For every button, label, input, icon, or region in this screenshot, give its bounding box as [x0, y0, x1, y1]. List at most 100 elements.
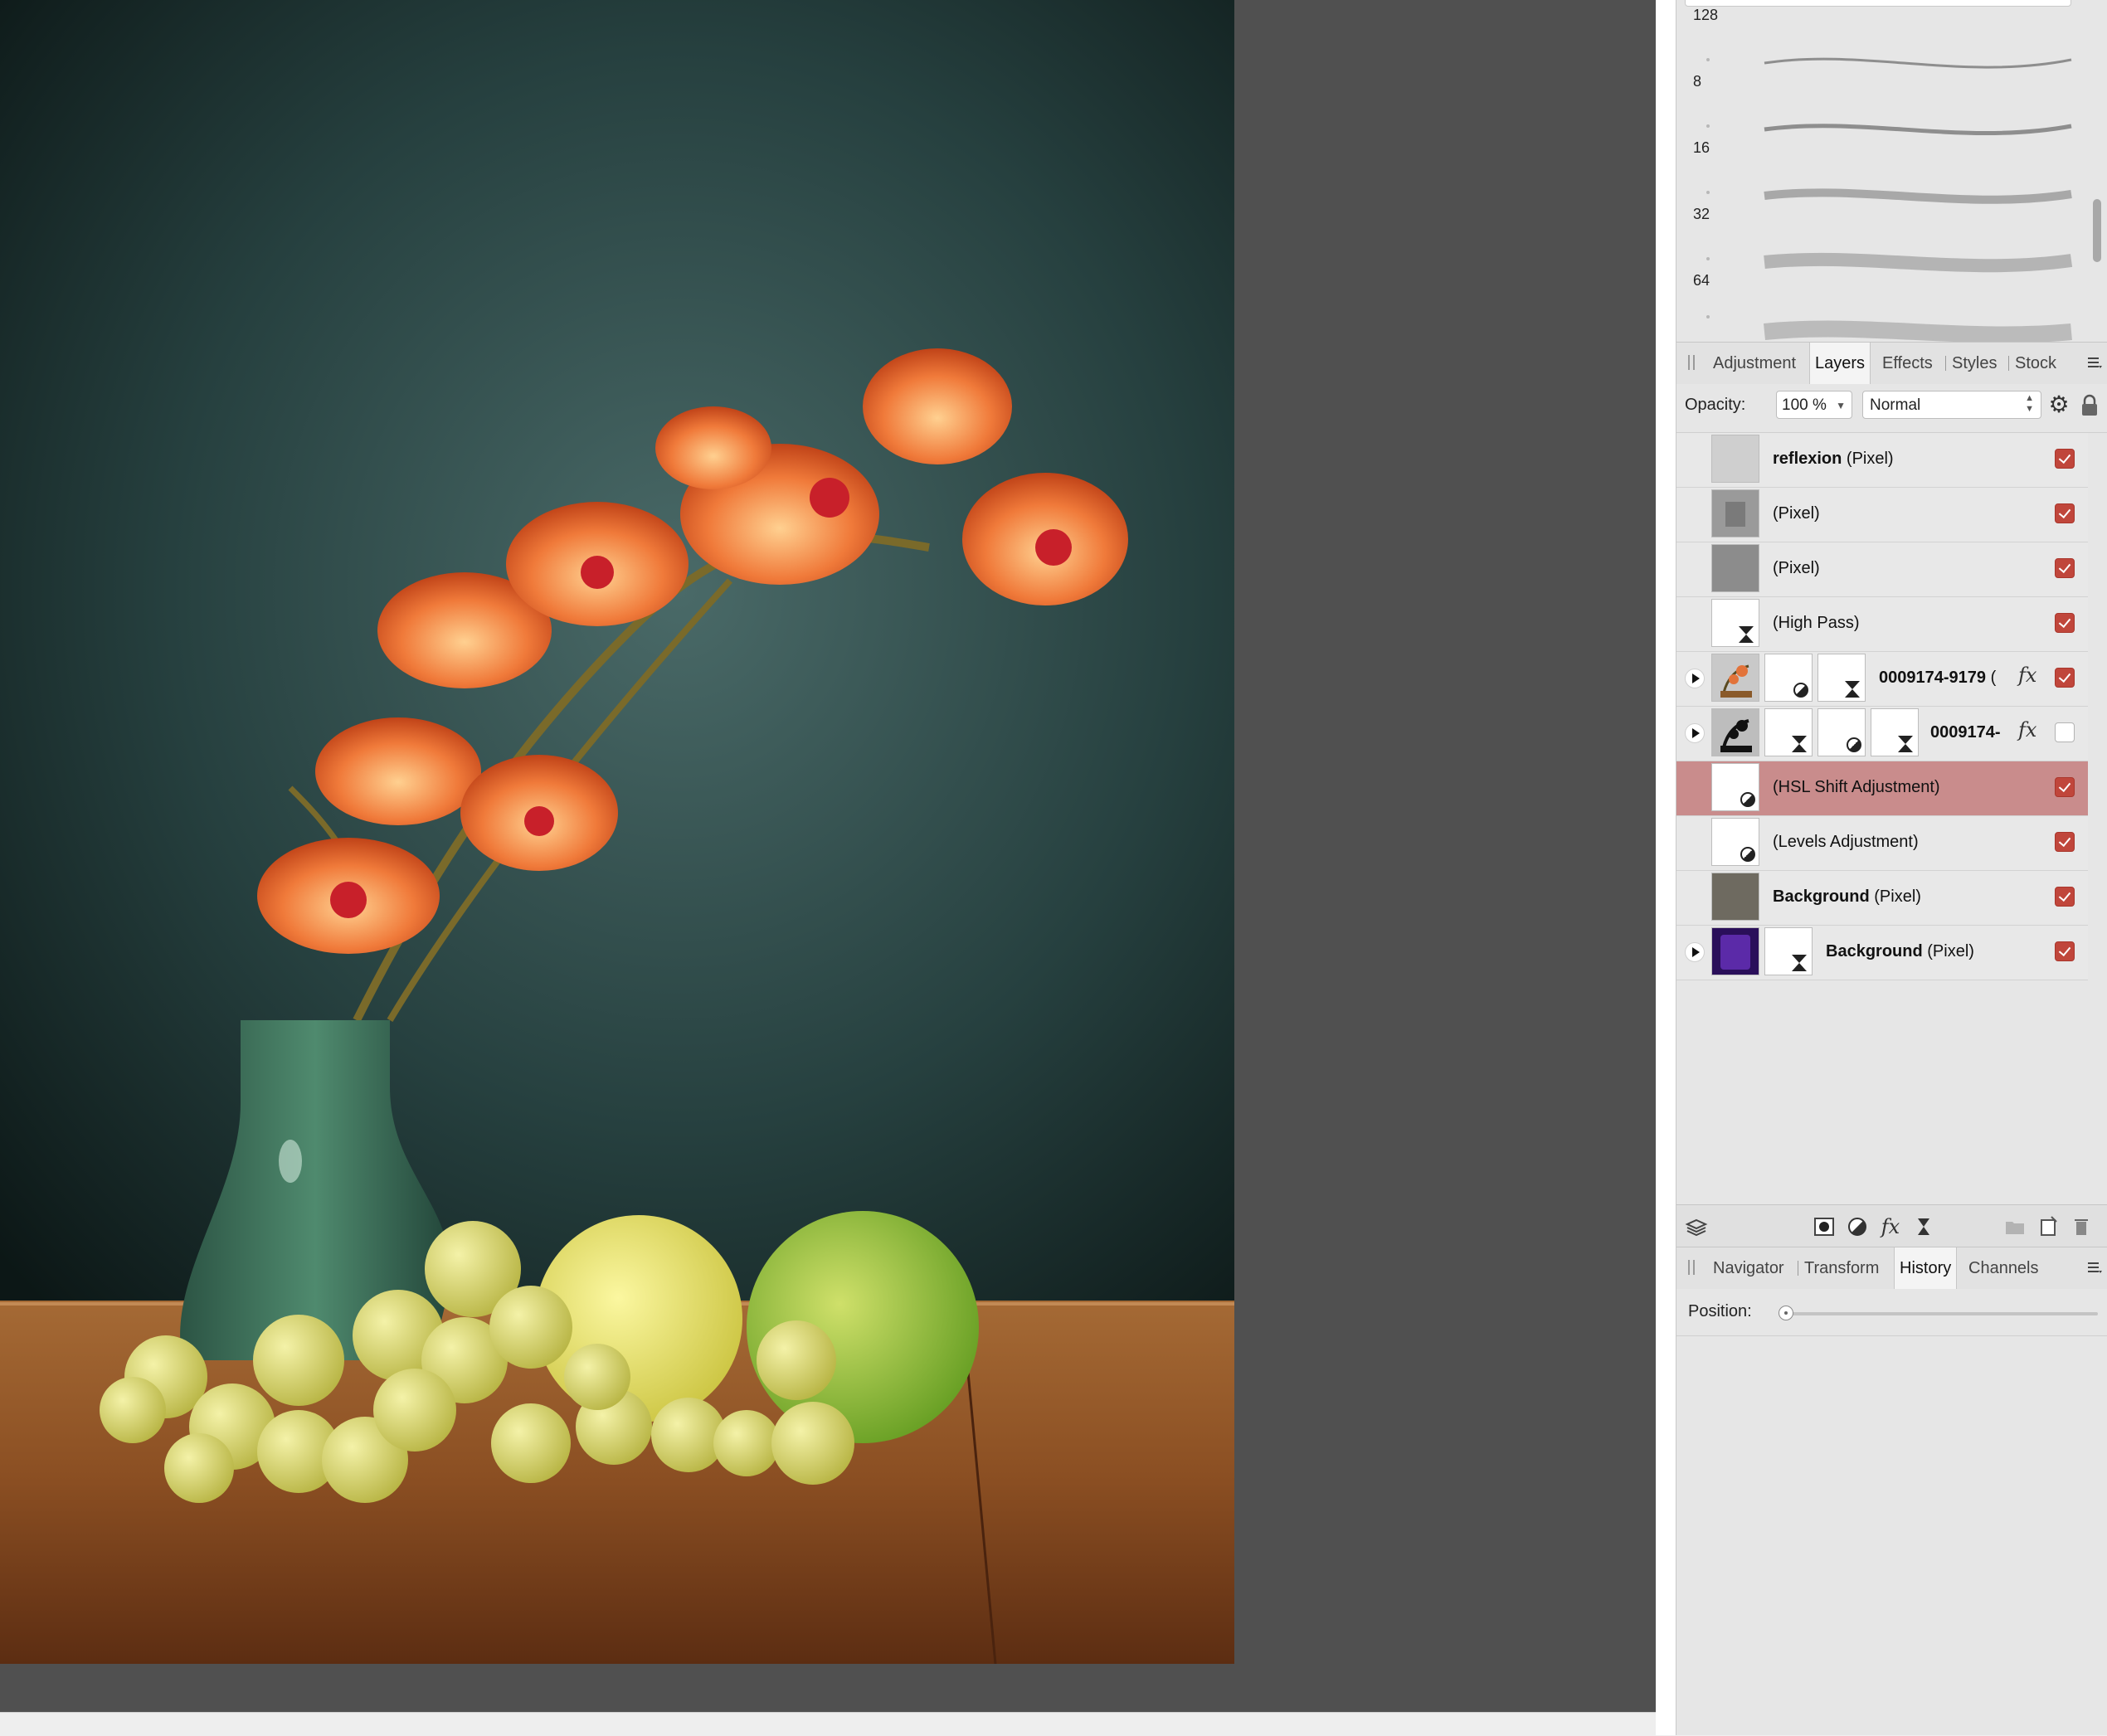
layers-footer-toolbar: fx: [1676, 1204, 2107, 1247]
layer-row[interactable]: Background (Pixel): [1676, 871, 2088, 926]
layer-row[interactable]: (Levels Adjustment): [1676, 816, 2088, 871]
blend-mode-select[interactable]: Normal ▲ ▼: [1862, 391, 2041, 419]
brush-size-label: 16: [1693, 139, 1710, 156]
opacity-field[interactable]: 100 % ▼: [1776, 391, 1852, 419]
expand-triangle-icon[interactable]: [1685, 669, 1705, 688]
brush-size-label: 8: [1693, 73, 1702, 90]
panel-menu-icon[interactable]: [2086, 1259, 2103, 1276]
live-filter-icon: [1845, 681, 1860, 698]
adjustment-icon[interactable]: [1846, 1215, 1869, 1238]
tab-transform[interactable]: Transform: [1799, 1247, 1884, 1289]
position-label: Position:: [1688, 1302, 1752, 1320]
layer-mask-thumbnail[interactable]: [1817, 654, 1866, 702]
fx-icon[interactable]: fx: [1879, 1215, 1902, 1238]
panel-menu-icon[interactable]: [2086, 354, 2103, 371]
brushes-scrollbar[interactable]: [2093, 199, 2101, 262]
history-list[interactable]: [1676, 1336, 2107, 1735]
tab-stock[interactable]: Stock: [2010, 343, 2061, 384]
layer-row[interactable]: (Pixel): [1676, 542, 2088, 597]
layer-mask-thumbnail[interactable]: [1764, 708, 1813, 756]
layer-visibility-checkbox[interactable]: [2055, 887, 2075, 907]
document-image[interactable]: [0, 0, 1234, 1664]
layer-name: (HSL Shift Adjustment): [1773, 778, 1940, 796]
layer-options-bar: Opacity: 100 % ▼ Normal ▲ ▼ ⚙: [1676, 384, 2107, 433]
tab-adjustment[interactable]: Adjustment: [1708, 343, 1801, 384]
layer-thumbnail[interactable]: [1711, 435, 1759, 483]
layer-row[interactable]: Background (Pixel): [1676, 926, 2088, 980]
layers-list: reflexion (Pixel) (Pixel) (Pixel) (High …: [1676, 433, 2101, 1204]
add-mask-icon[interactable]: [1813, 1215, 1836, 1238]
expand-triangle-icon[interactable]: [1685, 942, 1705, 962]
panel-grip-icon[interactable]: [1688, 1260, 1695, 1275]
layer-visibility-checkbox[interactable]: [2055, 777, 2075, 797]
layer-name: 0009174-9179 (: [1879, 669, 1997, 687]
layer-visibility-checkbox[interactable]: [2055, 668, 2075, 688]
layer-row[interactable]: 0009174-9179 ( fx: [1676, 652, 2088, 707]
opacity-label: Opacity:: [1685, 396, 1746, 414]
fx-icon[interactable]: fx: [2018, 664, 2036, 687]
brush-stroke-preview: [1756, 0, 2088, 17]
folder-icon[interactable]: [2003, 1215, 2027, 1238]
layer-visibility-checkbox[interactable]: [2055, 503, 2075, 523]
history-position-slider[interactable]: [1783, 1312, 2098, 1315]
brush-stroke-preview: [1764, 320, 2072, 343]
brush-size-label: 32: [1693, 206, 1710, 222]
layer-thumbnail[interactable]: [1711, 818, 1759, 866]
layer-row[interactable]: 0009174- fx: [1676, 707, 2088, 761]
layer-row[interactable]: (Pixel): [1676, 488, 2088, 542]
layer-row[interactable]: reflexion (Pixel): [1676, 433, 2088, 488]
layer-mask-thumbnail[interactable]: [1871, 708, 1919, 756]
tab-effects[interactable]: Effects: [1877, 343, 1938, 384]
adjustment-icon: [1740, 847, 1755, 862]
layer-name: (Pixel): [1773, 504, 1820, 523]
expand-triangle-icon[interactable]: [1685, 723, 1705, 743]
layer-row-selected[interactable]: (HSL Shift Adjustment): [1676, 761, 2088, 816]
layer-thumbnail[interactable]: [1711, 873, 1759, 921]
layers-stack-icon[interactable]: [1685, 1215, 1708, 1238]
layer-thumbnail[interactable]: [1711, 927, 1759, 975]
tab-navigator[interactable]: Navigator: [1708, 1247, 1789, 1289]
tab-history[interactable]: History: [1894, 1247, 1958, 1289]
lock-icon[interactable]: [2080, 394, 2100, 417]
brush-stroke-preview: [1764, 57, 2072, 69]
layer-visibility-checkbox[interactable]: [2055, 722, 2075, 742]
history-position-knob[interactable]: [1779, 1306, 1793, 1320]
adjustment-icon: [1740, 792, 1755, 807]
layer-thumbnail[interactable]: [1711, 544, 1759, 592]
brush-stroke-preview: [1764, 188, 2072, 204]
layer-row[interactable]: (High Pass): [1676, 597, 2088, 652]
fx-icon[interactable]: fx: [2018, 718, 2036, 742]
tab-separator: [1945, 356, 1946, 371]
layer-visibility-checkbox[interactable]: [2055, 449, 2075, 469]
panel-divider[interactable]: [1656, 0, 1676, 1735]
new-layer-icon[interactable]: [2036, 1215, 2060, 1238]
layer-name: 0009174-: [1930, 723, 2001, 742]
tab-styles[interactable]: Styles: [1947, 343, 2002, 384]
chevron-down-icon: ▼: [1836, 400, 1846, 411]
panel-grip-icon[interactable]: [1688, 355, 1695, 370]
gear-icon[interactable]: ⚙: [2046, 392, 2071, 417]
layer-visibility-checkbox[interactable]: [2055, 558, 2075, 578]
layer-thumbnail[interactable]: [1711, 599, 1759, 647]
brush-dot-icon: [1706, 315, 1710, 319]
layer-thumbnail[interactable]: [1711, 708, 1759, 756]
layer-mask-thumbnail[interactable]: [1817, 708, 1866, 756]
layer-visibility-checkbox[interactable]: [2055, 613, 2075, 633]
brush-stroke-preview: [1764, 252, 2073, 273]
layer-thumbnail[interactable]: [1711, 763, 1759, 811]
layer-visibility-checkbox[interactable]: [2055, 941, 2075, 961]
brush-dot-icon: [1706, 191, 1710, 194]
layer-visibility-checkbox[interactable]: [2055, 832, 2075, 852]
layer-thumbnail[interactable]: [1711, 654, 1759, 702]
live-filter-icon: [1739, 626, 1754, 643]
trash-icon[interactable]: [2070, 1215, 2093, 1238]
layer-mask-thumbnail[interactable]: [1764, 927, 1813, 975]
history-tab-bar: Navigator Transform History Channels: [1676, 1247, 2107, 1290]
layer-mask-thumbnail[interactable]: [1764, 654, 1813, 702]
layer-name: (Pixel): [1773, 559, 1820, 577]
live-filter-icon[interactable]: [1912, 1215, 1935, 1238]
tab-channels[interactable]: Channels: [1963, 1247, 2044, 1289]
layer-thumbnail[interactable]: [1711, 489, 1759, 537]
document-canvas-area[interactable]: [0, 0, 1656, 1712]
tab-layers[interactable]: Layers: [1809, 343, 1871, 384]
